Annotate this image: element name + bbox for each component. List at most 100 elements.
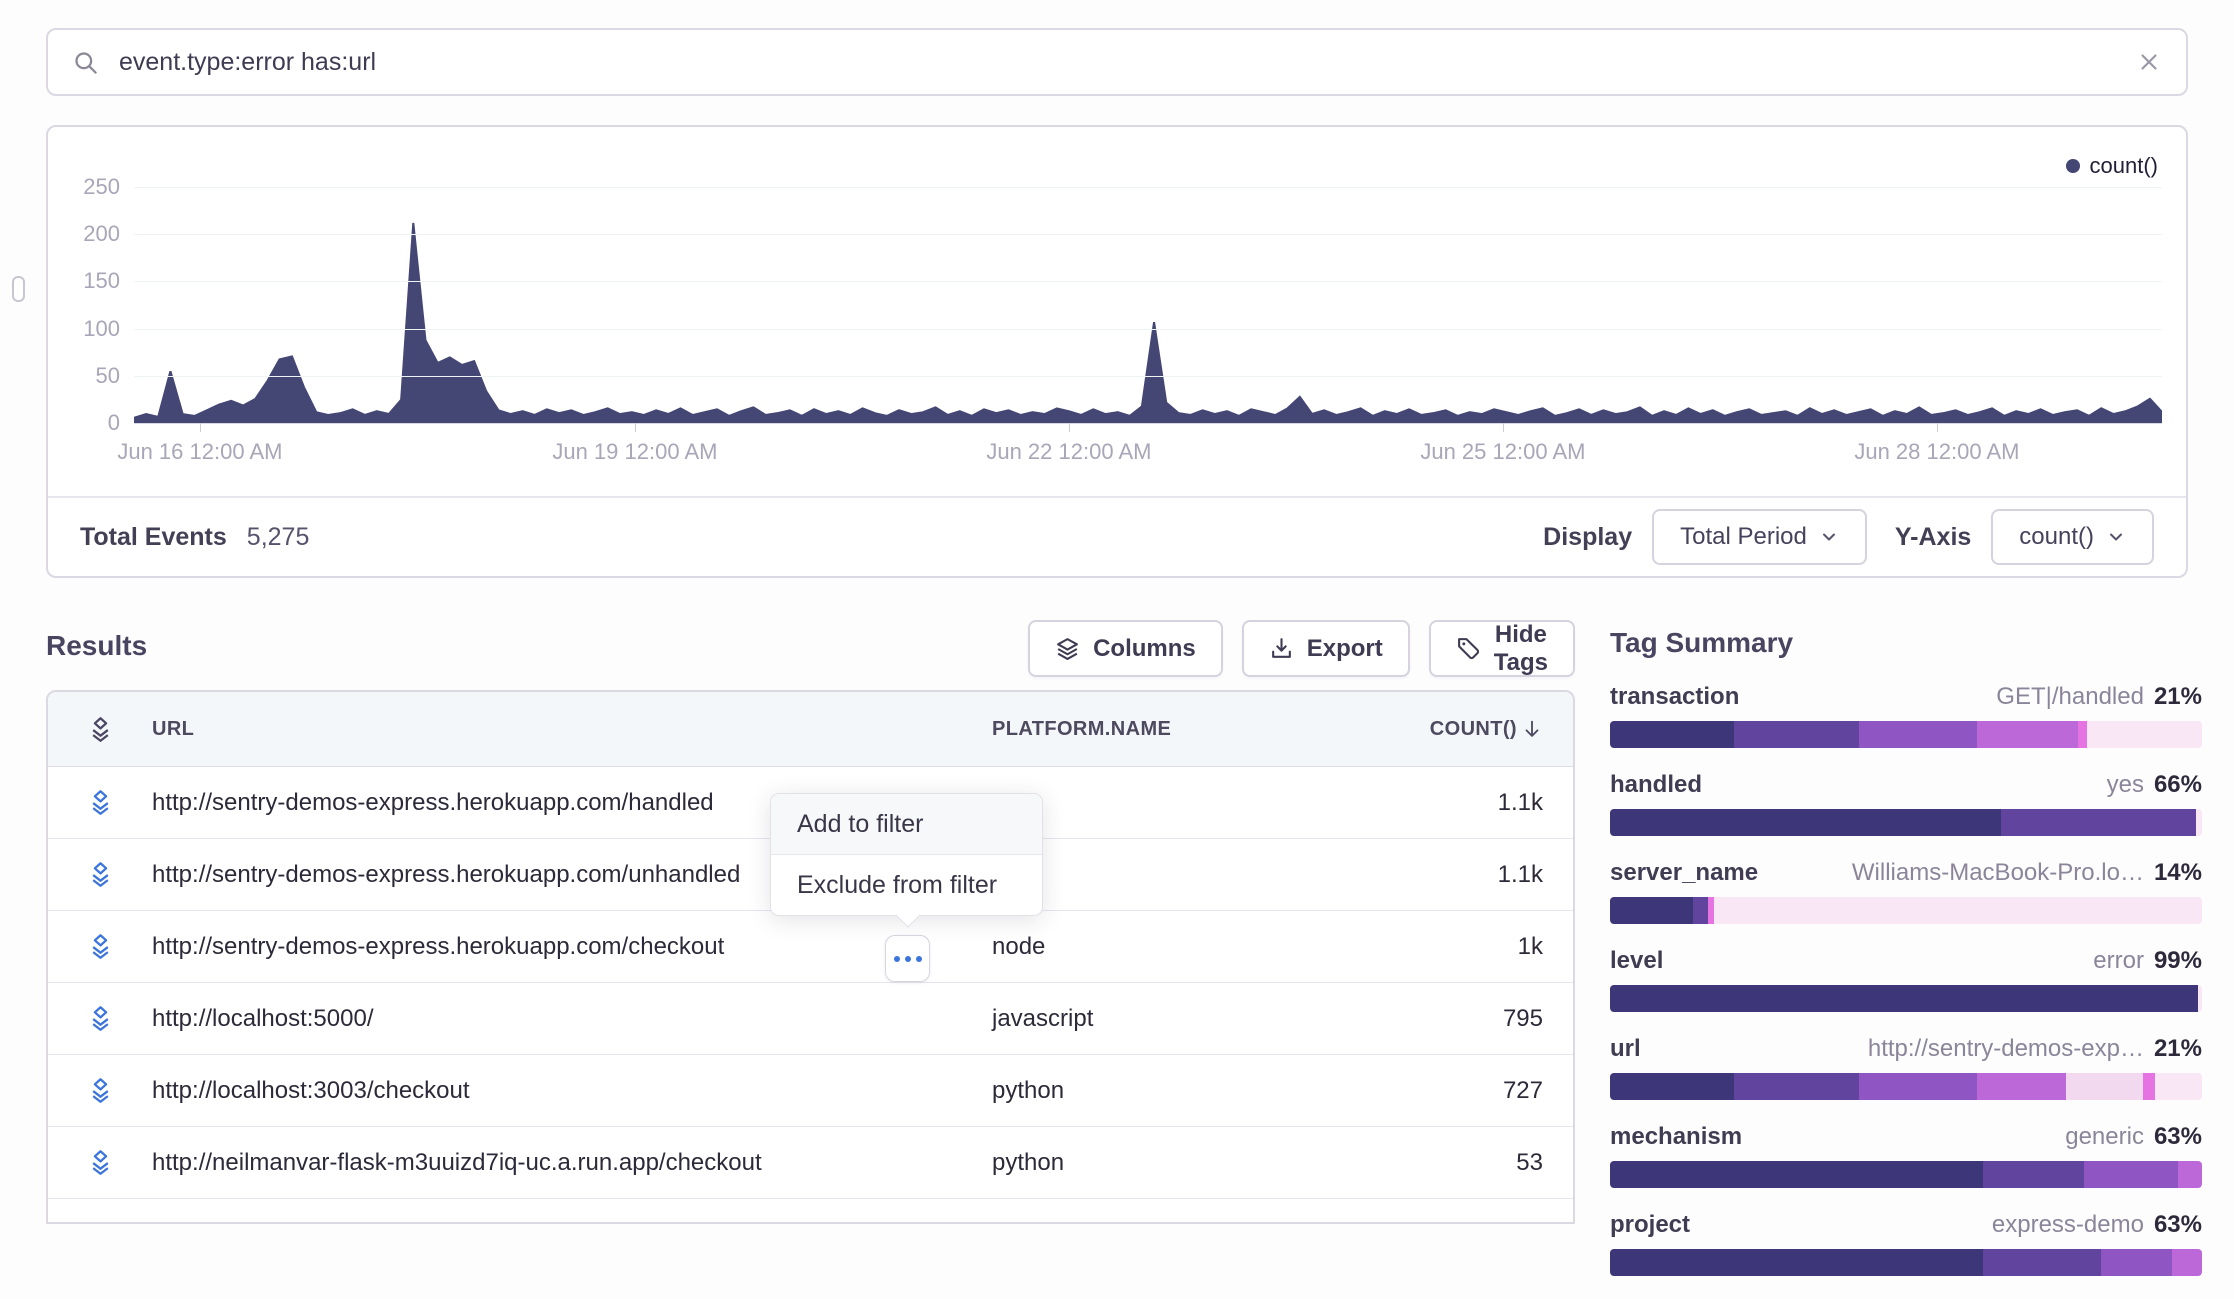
yaxis-select-value: count() [2019,523,2094,551]
ellipsis-dot [916,956,922,962]
table-row[interactable]: http://sentry-demos-express.herokuapp.co… [48,911,1573,983]
context-menu: Add to filter Exclude from filter [770,793,1043,916]
url-cell[interactable]: http://sentry-demos-express.herokuapp.co… [152,933,1573,961]
y-gridline [134,281,2162,282]
x-axis-tick [1503,423,1504,432]
tag-row-mechanism: mechanism generic 63% [1610,1123,2202,1188]
column-header-count[interactable]: COUNT() [1430,718,1543,741]
tag-top-value: error [2093,947,2144,975]
table-row[interactable]: http://localhost:3003/checkout python 72… [48,1055,1573,1127]
y-gridline [134,376,2162,377]
tag-bar-segment [1734,721,1858,748]
x-axis-tick [200,423,201,432]
x-axis-tick-label: Jun 16 12:00 AM [117,439,282,465]
x-axis-tick-label: Jun 28 12:00 AM [1854,439,2019,465]
table-row[interactable]: http://neilmanvar-flask-m3uuizd7iq-uc.a.… [48,1127,1573,1199]
chevron-down-icon [2106,527,2126,547]
tag-bar-segment [1610,985,2198,1012]
chart-footer: Total Events 5,275 Display Total Period … [48,496,2186,576]
table-row[interactable]: http://localhost:5000/ javascript 795 [48,983,1573,1055]
tag-bar-segment [1983,1161,2084,1188]
count-cell: 727 [1503,1077,1543,1105]
tag-row-project: project express-demo 63% [1610,1211,2202,1276]
tag-summary-panel: Tag Summary transaction GET|/handled 21%… [1610,627,2202,1299]
tag-top-percent: 66% [2154,771,2202,799]
tag-row-url: url http://sentry-demos-exp… 21% [1610,1035,2202,1100]
tag-row-transaction: transaction GET|/handled 21% [1610,683,2202,748]
tag-distribution-bar[interactable] [1610,1073,2202,1100]
y-axis-tick-label: 0 [56,410,120,436]
x-axis-tick-label: Jun 25 12:00 AM [1420,439,1585,465]
tag-bar-segment [1610,1161,1983,1188]
tag-row-server-name: server_name Williams-MacBook-Pro.lo… 14% [1610,859,2202,924]
count-cell: 795 [1503,1005,1543,1033]
url-cell[interactable]: http://neilmanvar-flask-m3uuizd7iq-uc.a.… [152,1149,1573,1177]
tag-bar-segment [1983,1249,2101,1276]
columns-button[interactable]: Columns [1028,620,1223,677]
tag-bar-segment [2198,985,2202,1012]
tag-bar-segment [2178,1161,2202,1188]
tag-icon [1456,636,1481,661]
display-select-value: Total Period [1680,523,1807,551]
tag-bar-segment [2143,1073,2155,1100]
stack-icon[interactable] [48,1149,152,1176]
tag-distribution-bar[interactable] [1610,897,2202,924]
search-bar[interactable]: event.type:error has:url [46,28,2188,96]
column-header-url[interactable]: URL [152,718,1573,741]
stack-icon[interactable] [48,861,152,888]
column-header-platform[interactable]: PLATFORM.NAME [992,718,1171,741]
tag-name: mechanism [1610,1123,1742,1151]
tag-name: handled [1610,771,1702,799]
tag-bar-segment [2101,1249,2172,1276]
display-select[interactable]: Total Period [1652,509,1867,565]
tag-distribution-bar[interactable] [1610,721,2202,748]
sort-desc-arrow-icon [1521,718,1543,740]
tag-summary-title: Tag Summary [1610,627,2202,659]
chevron-down-icon [1819,527,1839,547]
tag-distribution-bar[interactable] [1610,1161,2202,1188]
x-axis-tick [1937,423,1938,432]
tag-top-percent: 63% [2154,1123,2202,1151]
menu-item-add-to-filter[interactable]: Add to filter [771,794,1042,854]
tag-name: server_name [1610,859,1758,887]
tag-bar-segment [1610,721,1734,748]
platform-cell: node [992,933,1045,961]
stack-icon[interactable] [48,789,152,816]
tag-bar-segment [1610,1073,1734,1100]
table-actions: Columns Export Hide Tags [1048,620,1575,677]
url-cell[interactable]: http://localhost:3003/checkout [152,1077,1573,1105]
chart-legend[interactable]: count() [2066,153,2158,179]
tag-bar-segment [2001,809,2196,836]
search-query-text[interactable]: event.type:error has:url [119,48,2136,77]
export-button[interactable]: Export [1242,620,1410,677]
hide-tags-button[interactable]: Hide Tags [1429,620,1575,677]
sidebar-collapse-handle[interactable] [12,276,25,302]
stack-icon[interactable] [48,1077,152,1104]
stack-icon[interactable] [48,1005,152,1032]
total-events-value: 5,275 [247,523,310,552]
stack-icon[interactable] [48,933,152,960]
yaxis-select[interactable]: count() [1991,509,2154,565]
discover-page: event.type:error has:url count() 0501001… [0,0,2234,1224]
export-button-label: Export [1307,635,1383,663]
tag-name: level [1610,947,1663,975]
tag-top-percent: 21% [2154,1035,2202,1063]
platform-cell: python [992,1077,1064,1105]
tag-distribution-bar[interactable] [1610,1249,2202,1276]
count-cell: 1.1k [1498,861,1543,889]
y-gridline [134,329,2162,330]
y-gridline [134,423,2162,424]
tag-distribution-bar[interactable] [1610,809,2202,836]
url-cell[interactable]: http://localhost:5000/ [152,1005,1573,1033]
count-cell: 53 [1516,1149,1543,1177]
count-cell: 1.1k [1498,789,1543,817]
columns-button-label: Columns [1093,635,1196,663]
tag-distribution-bar[interactable] [1610,985,2202,1012]
clear-search-icon[interactable] [2136,49,2162,75]
tag-top-value: express-demo [1992,1211,2144,1239]
tag-bar-segment [1610,809,2001,836]
row-actions-button[interactable] [885,935,930,982]
stack-icon[interactable] [48,716,152,743]
tag-bar-segment [1977,1073,2066,1100]
events-area-chart[interactable]: 050100150200250Jun 16 12:00 AMJun 19 12:… [134,187,2162,423]
